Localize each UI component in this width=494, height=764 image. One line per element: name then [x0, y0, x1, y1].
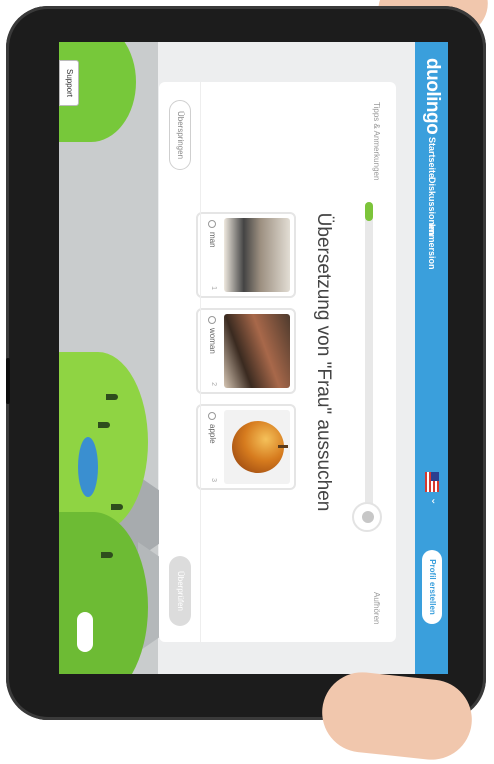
owl-icon	[352, 502, 382, 532]
create-profile-button[interactable]: Profil erstellen	[422, 550, 442, 624]
tablet-side-button	[6, 358, 10, 404]
nav-home-link[interactable]: Startseite	[427, 137, 437, 178]
flag-canton	[431, 472, 439, 481]
choice-card-man[interactable]: man 1	[196, 212, 296, 298]
lesson-prompt: Übersetzung von "Frau" aussuchen	[313, 212, 334, 512]
woman-photo	[224, 314, 290, 388]
top-navigation-bar: duolingo Startseite Diskussionen Immersi…	[415, 42, 448, 674]
lesson-footer: Überspringen Überprüfen	[158, 82, 201, 642]
lesson-progress-fill	[365, 202, 373, 222]
apple-photo	[224, 410, 290, 484]
choice-label: apple	[208, 424, 217, 444]
check-button[interactable]: Überprüfen	[169, 556, 191, 626]
background-tree	[111, 504, 123, 510]
background-tree	[101, 552, 113, 558]
choice-label: man	[208, 232, 217, 248]
tips-link[interactable]: Tipps & Anmerkungen	[372, 102, 381, 180]
choice-label: woman	[208, 328, 217, 354]
choice-card-apple[interactable]: apple 3	[196, 404, 296, 490]
us-flag-icon[interactable]	[425, 472, 439, 492]
lesson-page: duolingo Startseite Diskussionen Immersi…	[59, 42, 448, 674]
apple-stem	[278, 445, 288, 448]
tablet-screen: duolingo Startseite Diskussionen Immersi…	[59, 42, 448, 674]
background-cloud	[77, 612, 93, 652]
support-tab[interactable]: Support	[59, 60, 79, 106]
man-photo	[224, 218, 290, 292]
choice-list: man 1 woman 2 apple 3	[196, 212, 296, 512]
skip-button[interactable]: Überspringen	[169, 100, 191, 170]
background-lake	[78, 437, 98, 497]
owl-icon-face	[362, 511, 374, 523]
choice-number: 2	[210, 382, 217, 386]
duolingo-logo[interactable]: duolingo	[421, 58, 443, 134]
radio-icon[interactable]	[208, 316, 216, 324]
radio-icon[interactable]	[208, 412, 216, 420]
choice-number: 3	[210, 478, 217, 482]
choice-card-woman[interactable]: woman 2	[196, 308, 296, 394]
background-tree	[106, 394, 118, 400]
nav-immersion-link[interactable]: Immersion	[427, 224, 437, 270]
background-tree	[98, 422, 110, 428]
lesson-progress-bar	[365, 202, 373, 522]
chevron-down-icon[interactable]: ⌄	[429, 497, 440, 505]
choice-number: 1	[210, 286, 217, 290]
radio-icon[interactable]	[208, 220, 216, 228]
lesson-card: Tipps & Anmerkungen Aufhören Übersetzung…	[158, 82, 396, 642]
apple-shape	[232, 421, 284, 473]
quit-link[interactable]: Aufhören	[372, 592, 381, 624]
